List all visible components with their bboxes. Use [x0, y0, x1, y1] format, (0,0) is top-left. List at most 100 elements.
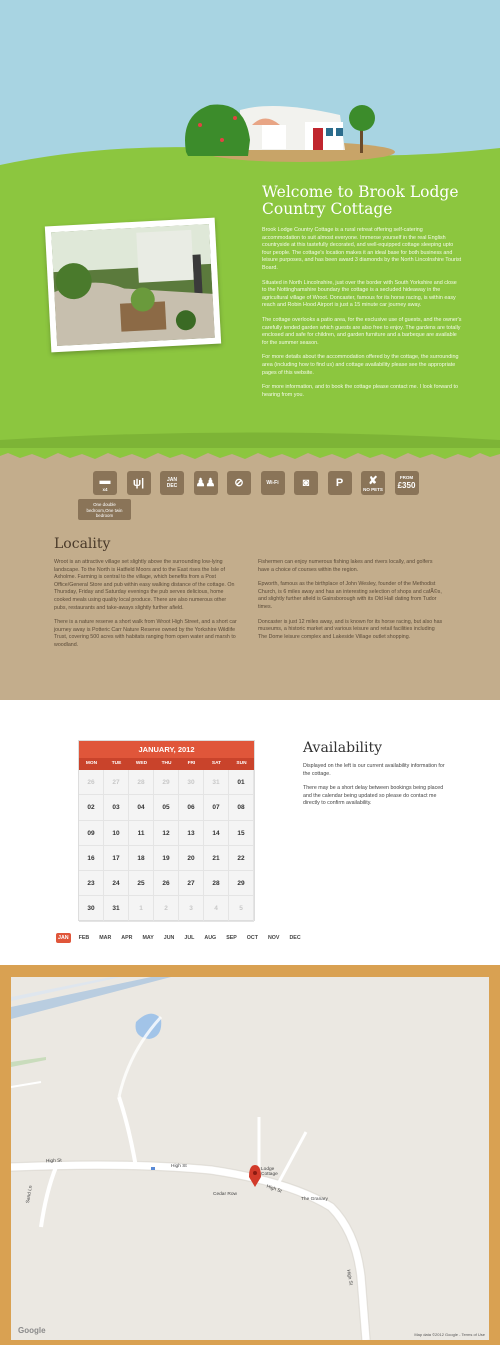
weekday-label: WED — [135, 761, 148, 766]
month-tab-jul[interactable]: JUL — [182, 933, 196, 943]
calendar-day[interactable]: 10 — [104, 820, 129, 846]
locality-right-column: Fishermen can enjoy numerous fishing lak… — [258, 559, 443, 648]
calendar-day[interactable]: 4 — [204, 896, 229, 922]
month-tab-mar[interactable]: MAR — [97, 933, 113, 943]
month-tab-feb[interactable]: FEB — [77, 933, 92, 943]
calendar-day[interactable]: 27 — [104, 770, 129, 796]
bedroom-tooltip: One double bedroom,One twin bedroom — [78, 499, 131, 520]
bed-icon[interactable]: ▬ x4 — [93, 471, 117, 495]
calendar-day[interactable]: 25 — [129, 871, 154, 897]
parking-icon: P — [327, 471, 352, 495]
calendar-day[interactable]: 13 — [179, 820, 204, 846]
calendar-day[interactable]: 22 — [229, 845, 254, 872]
calendar-day[interactable]: 29 — [229, 871, 254, 897]
calendar-day[interactable]: 11 — [129, 820, 154, 846]
map-roads — [11, 977, 371, 1340]
locality-section: ▬ x4 ψ| JAN DEC ♟♟ ⊘ Wi-Fi ◙ P ✘ NO PETS F… — [0, 448, 500, 706]
month-tab-aug[interactable]: AUG — [202, 933, 218, 943]
month-tab-nov[interactable]: NOV — [266, 933, 281, 943]
calendar-day[interactable]: 07 — [204, 795, 229, 821]
map-label: Cedar Row — [213, 1192, 237, 1197]
calendar-day[interactable]: 03 — [104, 795, 129, 821]
calendar-day[interactable]: 01 — [229, 770, 254, 796]
calendar-day[interactable]: 27 — [179, 871, 204, 897]
calendar-day[interactable]: 28 — [129, 770, 154, 796]
availability-text: Displayed on the left is our current ava… — [303, 763, 453, 815]
calendar-day[interactable]: 23 — [79, 871, 104, 897]
calendar-day[interactable]: 29 — [154, 770, 179, 796]
calendar-day[interactable]: 31 — [204, 770, 229, 796]
locality-paragraph: There is a nature reserve a short walk f… — [54, 619, 237, 648]
calendar-day[interactable]: 26 — [79, 770, 104, 796]
calendar-day[interactable]: 09 — [79, 820, 104, 846]
calendar-day[interactable]: 30 — [79, 896, 104, 922]
map-label: High St — [171, 1164, 187, 1169]
price-icon: FROM £350 — [394, 471, 419, 495]
calendar-grid: 26 27 28 29 30 31 01 02 03 04 05 06 07 08 09 10 11 12 13 14… — [79, 770, 254, 922]
calendar-weekdays: MON TUE WED THU FRI SAT SUN — [79, 758, 254, 770]
calendar-day[interactable]: 17 — [104, 845, 129, 872]
calendar-day[interactable]: 20 — [179, 845, 204, 872]
washing-machine-icon: ◙ — [294, 471, 318, 495]
month-tab-apr[interactable]: APR — [119, 933, 134, 943]
calendar-day[interactable]: 06 — [179, 795, 204, 821]
calendar-day[interactable]: 16 — [79, 845, 104, 872]
month-tab-may[interactable]: MAY — [140, 933, 155, 943]
month-selector: JAN FEB MAR APR MAY JUN JUL AUG SEP OCT NOV DEC — [56, 933, 309, 943]
availability-paragraph: There may be a short delay between booki… — [303, 785, 444, 807]
calendar-day[interactable]: 24 — [104, 871, 129, 897]
welcome-paragraph: The cottage overlooks a patio area, for … — [262, 316, 462, 346]
availability-section: JANUARY, 2012 MON TUE WED THU FRI SAT SU… — [0, 700, 500, 965]
locality-paragraph: Wroot is an attractive village set sligh… — [54, 559, 235, 611]
garden-image — [51, 223, 215, 347]
calendar-day[interactable]: 02 — [79, 795, 104, 821]
month-tab-jan[interactable]: JAN — [56, 933, 71, 943]
calendar-day[interactable]: 18 — [129, 845, 154, 872]
map-frame: High St High St High St High St Sand Ln … — [0, 965, 500, 1345]
calendar-day[interactable]: 14 — [204, 820, 229, 846]
availability-calendar: JANUARY, 2012 MON TUE WED THU FRI SAT SU… — [78, 740, 255, 922]
weekday-label: MON — [85, 761, 98, 766]
location-map[interactable]: High St High St High St High St Sand Ln … — [11, 977, 489, 1340]
map-label: High St — [45, 1158, 62, 1165]
no-smoking-icon: ⊘ — [227, 471, 251, 495]
family-icon: ♟♟ — [193, 471, 218, 495]
calendar-day[interactable]: 08 — [229, 795, 254, 821]
map-marker-label: Lodge Cottage — [261, 1167, 278, 1177]
locality-paragraph: Doncaster is just 12 miles away, and is … — [258, 618, 443, 640]
welcome-paragraph: Brook Lodge Country Cottage is a rural r… — [262, 227, 462, 271]
welcome-paragraph: For more details about the accommodation… — [262, 354, 459, 376]
calendar-day[interactable]: 15 — [229, 820, 254, 846]
calendar-day[interactable]: 26 — [154, 871, 179, 897]
calendar-day[interactable]: 21 — [204, 845, 229, 872]
grass-edge — [0, 448, 500, 459]
weekday-label: SUN — [236, 761, 247, 766]
calendar-day[interactable]: 1 — [129, 896, 154, 922]
calendar-day[interactable]: 04 — [129, 795, 154, 821]
amenities-bar: ▬ x4 ψ| JAN DEC ♟♟ ⊘ Wi-Fi ◙ P ✘ NO PETS F… — [93, 471, 428, 495]
month-tab-dec[interactable]: DEC — [287, 933, 302, 943]
calendar-title: JANUARY, 2012 — [79, 741, 254, 758]
calendar-day[interactable]: 12 — [154, 820, 179, 846]
month-tab-sep[interactable]: SEP — [224, 933, 239, 943]
calendar-day[interactable]: 05 — [154, 795, 179, 821]
calendar-day[interactable]: 30 — [179, 770, 204, 796]
calendar-day[interactable]: 5 — [229, 896, 254, 922]
calendar-day[interactable]: 3 — [179, 896, 204, 922]
locality-paragraph: Fishermen can enjoy numerous fishing lak… — [258, 559, 433, 573]
month-tab-jun[interactable]: JUN — [162, 933, 177, 943]
locality-left-column: Wroot is an attractive village set sligh… — [54, 559, 239, 657]
hero-section: Welcome to Brook Lodge Country Cottage B… — [0, 0, 500, 450]
cottage-garden-photo — [44, 217, 222, 353]
calendar-day[interactable]: 28 — [204, 871, 229, 897]
locality-title: Locality — [54, 536, 111, 552]
weekday-label: SAT — [211, 761, 222, 766]
calendar-day[interactable]: 2 — [154, 896, 179, 922]
availability-title: Availability — [303, 740, 383, 756]
no-pets-icon: ✘ NO PETS — [361, 471, 385, 495]
map-credit[interactable]: Map data ©2012 Google - Terms of Use — [414, 1332, 485, 1337]
cutlery-icon: ψ| — [126, 471, 151, 495]
month-tab-oct[interactable]: OCT — [245, 933, 260, 943]
calendar-day[interactable]: 31 — [104, 896, 129, 922]
calendar-day[interactable]: 19 — [154, 845, 179, 872]
